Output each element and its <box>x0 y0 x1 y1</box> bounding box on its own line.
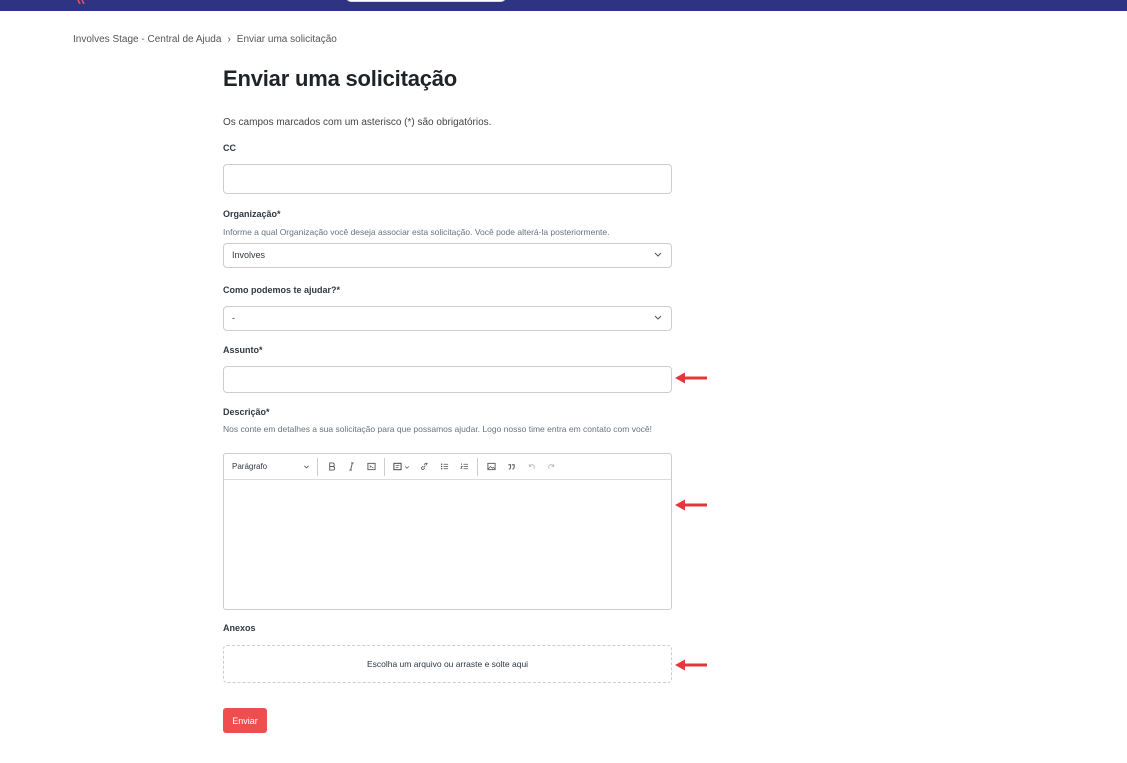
redo-icon[interactable] <box>541 458 561 476</box>
required-fields-note: Os campos marcados com um asterisco (*) … <box>223 117 492 128</box>
numbered-list-icon[interactable] <box>454 458 474 476</box>
arrow-pointer-icon <box>675 659 707 671</box>
submit-button[interactable]: Enviar <box>223 708 267 733</box>
code-block-icon[interactable] <box>388 458 414 476</box>
editor-toolbar: Parágrafo <box>224 454 671 480</box>
bulleted-list-icon[interactable] <box>434 458 454 476</box>
breadcrumb-home-link[interactable]: Involves Stage - Central de Ajuda <box>73 34 221 45</box>
cc-label: CC <box>223 143 236 153</box>
description-label: Descrição* <box>223 407 270 417</box>
breadcrumb-current[interactable]: Enviar uma solicitação <box>237 34 337 45</box>
paragraph-format-dropdown[interactable]: Parágrafo <box>228 462 314 471</box>
help-type-selected-value: - <box>232 313 235 323</box>
organization-selected-value: Involves <box>232 250 266 260</box>
organization-select[interactable]: Involves <box>223 243 672 268</box>
quote-icon[interactable] <box>501 458 521 476</box>
description-text-area[interactable] <box>224 480 671 608</box>
breadcrumb-separator: › <box>227 34 231 45</box>
attachment-dropzone[interactable]: Escolha um arquivo ou arraste e solte aq… <box>223 645 672 683</box>
attachments-label: Anexos <box>223 623 256 633</box>
brand-logo[interactable] <box>76 0 90 4</box>
image-icon[interactable] <box>481 458 501 476</box>
chevron-down-icon <box>654 315 662 320</box>
page-title: Enviar uma solicitação <box>223 66 458 91</box>
help-type-label: Como podemos te ajudar?* <box>223 285 341 295</box>
toolbar-divider <box>477 457 478 476</box>
arrow-pointer-icon <box>675 372 707 384</box>
organization-label: Organização* <box>223 209 281 219</box>
dropzone-text: Escolha um arquivo ou arraste e solte aq… <box>366 659 529 669</box>
paragraph-format-label: Parágrafo <box>232 462 268 471</box>
toolbar-divider <box>317 457 318 476</box>
bold-icon[interactable] <box>321 458 341 476</box>
organization-hint: Informe a qual Organização você deseja a… <box>223 227 610 237</box>
description-hint: Nos conte em detalhes a sua solicitação … <box>223 424 653 434</box>
toolbar-divider <box>384 457 385 476</box>
cc-input[interactable] <box>223 164 672 194</box>
subject-input[interactable] <box>223 366 672 393</box>
link-icon[interactable] <box>414 458 434 476</box>
undo-icon[interactable] <box>521 458 541 476</box>
help-type-select[interactable]: - <box>223 306 672 331</box>
search-input[interactable] <box>346 0 506 2</box>
breadcrumb: Involves Stage - Central de Ajuda › Envi… <box>73 34 337 45</box>
chevron-down-icon <box>304 465 309 469</box>
top-nav-bar <box>0 0 1127 11</box>
subject-label: Assunto* <box>223 345 263 355</box>
italic-icon[interactable] <box>341 458 361 476</box>
arrow-pointer-icon <box>675 499 707 511</box>
description-editor[interactable]: Parágrafo <box>223 453 672 610</box>
code-icon[interactable] <box>361 458 381 476</box>
chevron-down-icon <box>654 252 662 257</box>
